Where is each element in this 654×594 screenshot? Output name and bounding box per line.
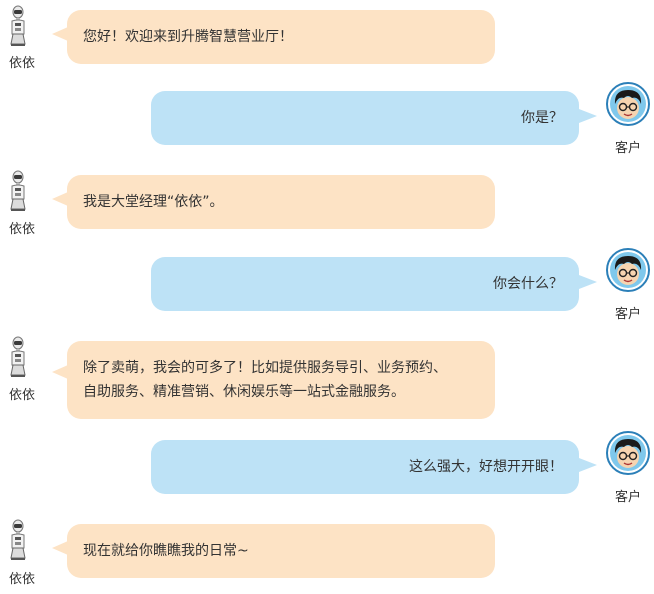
user-name: 客户 — [614, 490, 641, 505]
message-text-line: 自助服务、精准营销、休闲娱乐等一站式金融服务。 — [83, 384, 405, 400]
message-text: 这么强大，好想开开眼！ — [409, 459, 563, 475]
user-avatar-icon — [606, 82, 650, 126]
message-bubble: 你是？ — [151, 91, 579, 145]
robot-name: 依依 — [8, 572, 35, 587]
robot-name: 依依 — [8, 388, 35, 403]
robot-avatar-icon — [10, 519, 26, 561]
user-avatar-icon — [606, 431, 650, 475]
robot-avatar-icon — [10, 170, 26, 212]
message-bubble: 这么强大，好想开开眼！ — [151, 440, 579, 494]
user-name: 客户 — [614, 141, 641, 156]
message-text: 我是大堂经理“依依”。 — [83, 194, 224, 210]
robot-name: 依依 — [8, 56, 35, 71]
message-bubble: 您好！欢迎来到升腾智慧营业厅！ — [67, 10, 495, 64]
message-bubble: 现在就给你瞧瞧我的日常~ — [67, 524, 495, 578]
message-text-line: 除了卖萌，我会的可多了！比如提供服务导引、业务预约、 — [83, 360, 447, 376]
user-avatar-icon — [606, 248, 650, 292]
robot-name: 依依 — [8, 222, 35, 237]
robot-avatar-icon — [10, 5, 26, 47]
message-text: 你是？ — [521, 110, 563, 126]
robot-avatar-icon — [10, 336, 26, 378]
message-bubble: 你会什么？ — [151, 257, 579, 311]
message-text: 你会什么？ — [493, 276, 563, 292]
message-bubble: 我是大堂经理“依依”。 — [67, 175, 495, 229]
message-text: 现在就给你瞧瞧我的日常~ — [83, 543, 249, 559]
user-name: 客户 — [614, 307, 641, 322]
message-text: 您好！欢迎来到升腾智慧营业厅！ — [83, 29, 293, 45]
message-bubble: 除了卖萌，我会的可多了！比如提供服务导引、业务预约、 自助服务、精准营销、休闲娱… — [67, 341, 495, 419]
